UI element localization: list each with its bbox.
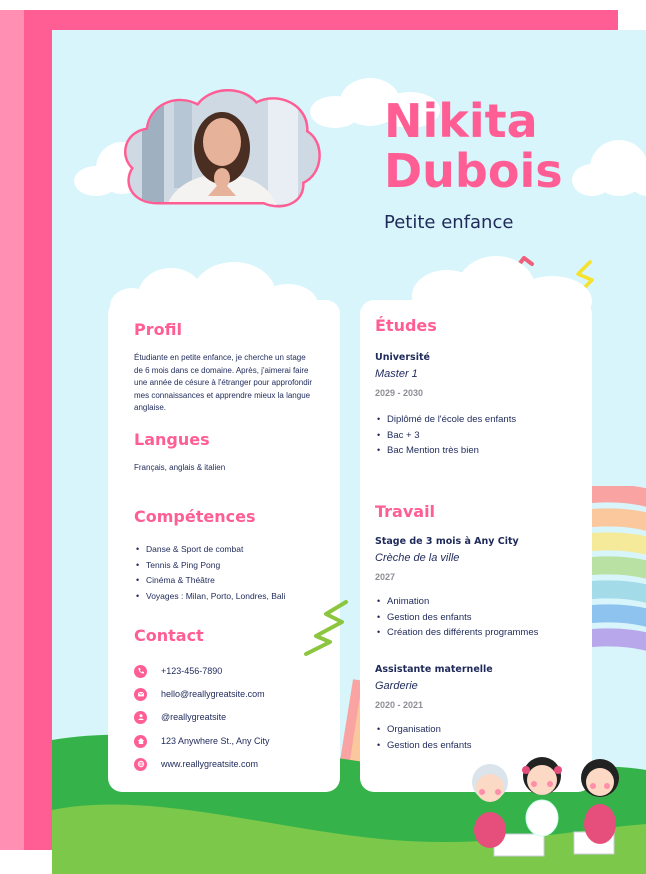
education-list: Diplômé de l'école des enfants Bac + 3 B… <box>375 412 516 459</box>
mail-icon <box>134 687 147 701</box>
candidate-name: Nikita Dubois <box>384 96 563 196</box>
skill-item: Voyages : Milan, Porto, Londres, Bali <box>134 589 285 605</box>
contact-phone-text: +123-456-7890 <box>161 666 223 676</box>
profile-photo <box>118 84 324 214</box>
profile-title: Profil <box>134 320 182 339</box>
contact-website[interactable]: www.reallygreatsite.com <box>134 757 258 771</box>
education-item: Diplômé de l'école des enfants <box>375 412 516 428</box>
job-item: Création des différents programmes <box>375 625 538 641</box>
contact-email[interactable]: hello@reallygreatsite.com <box>134 687 265 701</box>
contact-address[interactable]: 123 Anywhere St., Any City <box>134 734 270 748</box>
zigzag-green-decoration <box>304 600 348 656</box>
skills-list: Danse & Sport de combat Tennis & Ping Po… <box>134 542 285 604</box>
job-place: Crèche de la ville <box>375 552 460 564</box>
skill-item: Danse & Sport de combat <box>134 542 285 558</box>
contact-phone[interactable]: +123-456-7890 <box>134 664 222 678</box>
job-list: Animation Gestion des enfants Création d… <box>375 594 538 641</box>
left-column-card: Profil Étudiante en petite enfance, je c… <box>108 300 340 792</box>
right-column-card: Études Université Master 1 2029 - 2030 D… <box>360 300 592 792</box>
contact-title: Contact <box>134 626 204 645</box>
contact-social[interactable]: @reallygreatsite <box>134 710 226 724</box>
job-title: Stage de 3 mois à Any City <box>375 536 519 547</box>
home-icon <box>134 734 147 748</box>
languages-text: Français, anglais & italien <box>134 463 226 472</box>
education-title: Études <box>375 316 437 335</box>
cloud-right <box>572 140 646 200</box>
education-dates: 2029 - 2030 <box>375 388 424 398</box>
job-title: Assistante maternelle <box>375 664 493 675</box>
children-illustration <box>472 757 619 857</box>
skills-title: Compétences <box>134 507 256 526</box>
first-name: Nikita <box>384 94 538 148</box>
phone-icon <box>134 664 147 678</box>
education-item: Bac + 3 <box>375 428 516 444</box>
job-dates: 2020 - 2021 <box>375 700 424 710</box>
education-item: Bac Mention très bien <box>375 443 516 459</box>
job-role: Petite enfance <box>384 212 514 233</box>
job-item: Gestion des enfants <box>375 610 538 626</box>
resume-sheet: Nikita Dubois Petite enfance Profil Étud… <box>52 30 646 874</box>
languages-title: Langues <box>134 430 210 449</box>
contact-social-text: @reallygreatsite <box>161 712 227 722</box>
last-name: Dubois <box>384 144 563 198</box>
job-item: Animation <box>375 594 538 610</box>
contact-address-text: 123 Anywhere St., Any City <box>161 736 270 746</box>
job-place: Garderie <box>375 680 418 692</box>
user-icon <box>134 710 147 724</box>
skill-item: Tennis & Ping Pong <box>134 558 285 574</box>
job-dates: 2027 <box>375 572 396 582</box>
profile-text: Étudiante en petite enfance, je cherche … <box>134 353 313 412</box>
skill-item: Cinéma & Théâtre <box>134 573 285 589</box>
work-title: Travail <box>375 502 436 521</box>
contact-website-text: www.reallygreatsite.com <box>161 759 259 769</box>
education-degree: Master 1 <box>375 368 418 380</box>
job-item: Organisation <box>375 722 472 738</box>
globe-icon <box>134 757 147 771</box>
education-school: Université <box>375 352 430 363</box>
contact-email-text: hello@reallygreatsite.com <box>161 689 265 699</box>
